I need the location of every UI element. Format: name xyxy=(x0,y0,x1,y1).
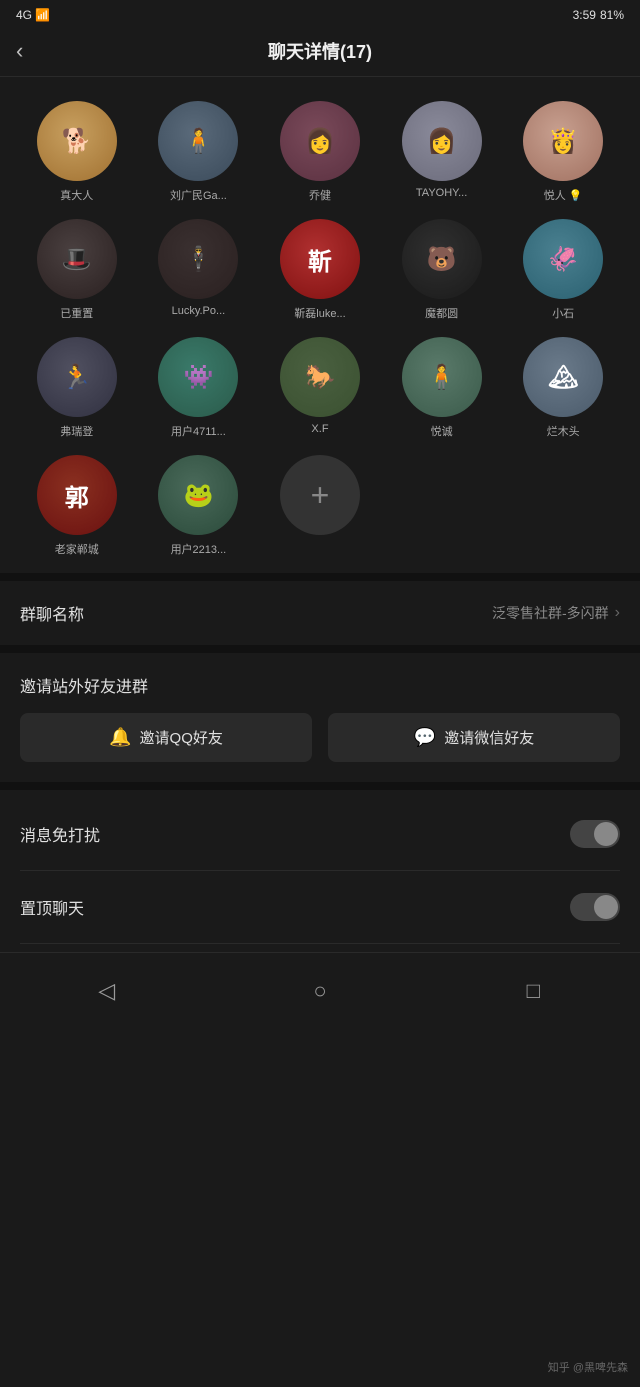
member-item-10[interactable]: 🦑 小石 xyxy=(506,219,620,321)
chevron-right-icon: › xyxy=(615,604,620,622)
plus-icon: + xyxy=(311,479,330,511)
toggle-switch-0[interactable] xyxy=(570,820,620,848)
nav-recent-icon: □ xyxy=(527,978,540,1004)
toggle-row-0[interactable]: 消息免打扰 xyxy=(20,798,620,871)
status-battery: 81% xyxy=(600,8,624,22)
member-avatar-11: 🏃 xyxy=(37,337,117,417)
back-button[interactable]: ‹ xyxy=(16,38,23,64)
member-avatar-5: 👸 xyxy=(523,101,603,181)
member-item-17[interactable]: 🐸 用户2213... xyxy=(142,455,256,557)
member-avatar-2: 🧍 xyxy=(158,101,238,181)
status-right: 3:59 81% xyxy=(573,8,624,22)
member-avatar-9: 🐻 xyxy=(402,219,482,299)
add-member-button[interactable]: + xyxy=(280,455,360,535)
nav-recent-button[interactable]: □ xyxy=(511,969,555,1013)
invite-qq-label: 邀请QQ好友 xyxy=(140,727,223,748)
member-avatar-17: 🐸 xyxy=(158,455,238,535)
member-name-15: 烂木头 xyxy=(547,423,580,439)
member-name-13: X.F xyxy=(311,423,328,435)
member-item-11[interactable]: 🏃 弗瑞登 xyxy=(20,337,134,439)
member-name-2: 刘广民Ga... xyxy=(170,187,227,203)
member-item-2[interactable]: 🧍 刘广民Ga... xyxy=(142,101,256,203)
member-avatar-16: 郭 xyxy=(37,455,117,535)
member-name-3: 乔健 xyxy=(309,187,331,203)
members-grid: 🐕 真大人 🧍 刘广民Ga... 👩 乔健 👩 TAYOHY... 👸 悦人 💡 🎩 已重置 🕴 Luck… xyxy=(20,101,620,557)
member-item-4[interactable]: 👩 TAYOHY... xyxy=(385,101,499,203)
nav-back-button[interactable]: ◁ xyxy=(85,969,129,1013)
member-avatar-8: 靳 xyxy=(280,219,360,299)
member-item-14[interactable]: 🧍 悦诚 xyxy=(385,337,499,439)
status-time: 3:59 xyxy=(573,8,596,22)
member-item-1[interactable]: 🐕 真大人 xyxy=(20,101,134,203)
member-avatar-1: 🐕 xyxy=(37,101,117,181)
member-name-14: 悦诚 xyxy=(431,423,453,439)
member-name-6: 已重置 xyxy=(60,305,93,321)
invite-wechat-label: 邀请微信好友 xyxy=(444,727,534,748)
invite-title: 邀请站外好友进群 xyxy=(20,673,620,697)
nav-home-icon: ○ xyxy=(313,978,326,1004)
header: ‹ 聊天详情(17) xyxy=(0,26,640,77)
page-title: 聊天详情(17) xyxy=(268,38,372,64)
invite-section: 邀请站外好友进群 🔔 邀请QQ好友 💬 邀请微信好友 xyxy=(0,653,640,782)
add-member-item[interactable]: + xyxy=(263,455,377,557)
member-avatar-6: 🎩 xyxy=(37,219,117,299)
member-name-12: 用户4711... xyxy=(171,423,226,439)
members-section: 🐕 真大人 🧍 刘广民Ga... 👩 乔健 👩 TAYOHY... 👸 悦人 💡 🎩 已重置 🕴 Luck… xyxy=(0,77,640,573)
settings-section: 群聊名称 泛零售社群-多闪群 › xyxy=(0,581,640,645)
member-avatar-10: 🦑 xyxy=(523,219,603,299)
invite-qq-button[interactable]: 🔔 邀请QQ好友 xyxy=(20,713,312,762)
member-name-8: 靳磊luke... xyxy=(294,305,345,321)
toggle-row-1[interactable]: 置顶聊天 xyxy=(20,871,620,944)
member-item-5[interactable]: 👸 悦人 💡 xyxy=(506,101,620,203)
member-name-1: 真大人 xyxy=(60,187,93,203)
member-avatar-13: 🐎 xyxy=(280,337,360,417)
member-name-7: Lucky.Po... xyxy=(172,305,226,317)
divider-2 xyxy=(0,645,640,653)
member-item-13[interactable]: 🐎 X.F xyxy=(263,337,377,439)
member-item-9[interactable]: 🐻 魔都圆 xyxy=(385,219,499,321)
toggle-section: 消息免打扰置顶聊天 xyxy=(0,798,640,944)
member-item-6[interactable]: 🎩 已重置 xyxy=(20,219,134,321)
member-item-7[interactable]: 🕴 Lucky.Po... xyxy=(142,219,256,321)
member-name-11: 弗瑞登 xyxy=(60,423,93,439)
toggle-switch-1[interactable] xyxy=(570,893,620,921)
member-name-4: TAYOHY... xyxy=(416,187,467,199)
bottom-nav: ◁ ○ □ xyxy=(0,952,640,1037)
divider-3 xyxy=(0,782,640,790)
group-name-row[interactable]: 群聊名称 泛零售社群-多闪群 › xyxy=(20,581,620,645)
member-name-16: 老家郸城 xyxy=(55,541,99,557)
nav-home-button[interactable]: ○ xyxy=(298,969,342,1013)
divider-1 xyxy=(0,573,640,581)
toggle-label-1: 置顶聊天 xyxy=(20,895,84,919)
member-avatar-15: 🏔 xyxy=(523,337,603,417)
group-name-value: 泛零售社群-多闪群 › xyxy=(492,603,620,623)
member-name-9: 魔都圆 xyxy=(425,305,458,321)
qq-icon: 🔔 xyxy=(109,727,131,748)
wechat-icon: 💬 xyxy=(414,727,436,748)
member-name-10: 小石 xyxy=(552,305,574,321)
status-signal: 4G 📶 xyxy=(16,8,50,22)
toggle-label-0: 消息免打扰 xyxy=(20,822,100,846)
member-name-17: 用户2213... xyxy=(171,541,227,557)
member-avatar-14: 🧍 xyxy=(402,337,482,417)
invite-wechat-button[interactable]: 💬 邀请微信好友 xyxy=(328,713,620,762)
member-item-3[interactable]: 👩 乔健 xyxy=(263,101,377,203)
member-avatar-3: 👩 xyxy=(280,101,360,181)
group-name-label: 群聊名称 xyxy=(20,601,84,625)
member-avatar-12: 👾 xyxy=(158,337,238,417)
status-bar: 4G 📶 3:59 81% xyxy=(0,0,640,26)
member-name-5: 悦人 💡 xyxy=(544,187,583,203)
member-item-15[interactable]: 🏔 烂木头 xyxy=(506,337,620,439)
invite-buttons: 🔔 邀请QQ好友 💬 邀请微信好友 xyxy=(20,713,620,762)
member-item-12[interactable]: 👾 用户4711... xyxy=(142,337,256,439)
member-avatar-4: 👩 xyxy=(402,101,482,181)
watermark: 知乎 @黑啤先森 xyxy=(548,1359,628,1375)
member-item-16[interactable]: 郭老家郸城 xyxy=(20,455,134,557)
member-avatar-7: 🕴 xyxy=(158,219,238,299)
nav-back-icon: ◁ xyxy=(98,978,115,1004)
member-item-8[interactable]: 靳靳磊luke... xyxy=(263,219,377,321)
